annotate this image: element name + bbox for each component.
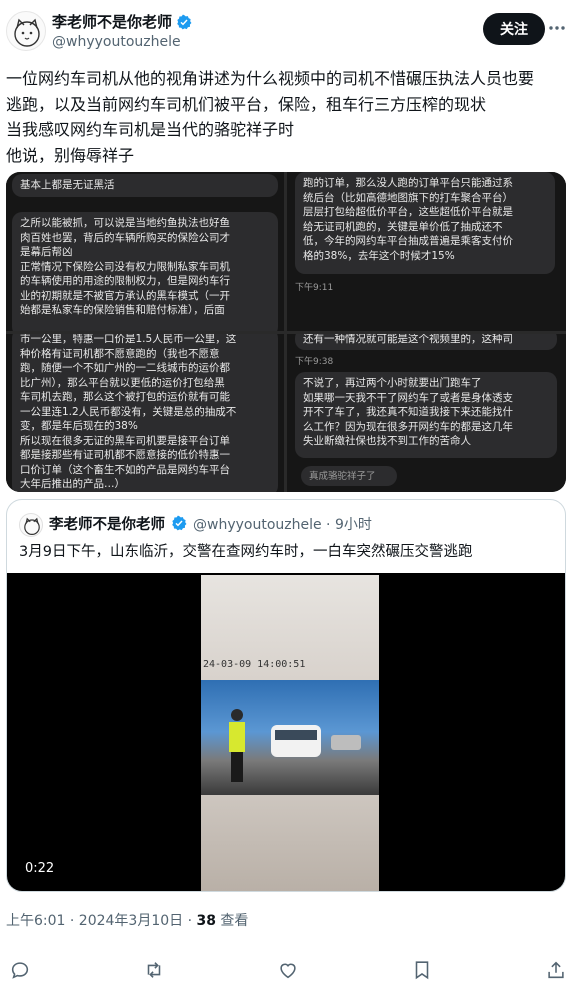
chat-line: 肉百姓也罢，背后的车辆所购买的保险公司才: [20, 231, 230, 244]
chat-line: 一公里连1.2人民币都没有，关键是总的抽成不: [20, 405, 237, 418]
image-top-right[interactable]: 跑的订单，那么没人跑的订单平台只能通过系 统后台（比如高德地图旗下的打车聚合平台…: [287, 172, 566, 331]
quote-text: 3月9日下午，山东临沂，交警在查网约车时，一白车突然碾压交警逃跑: [19, 544, 473, 560]
tweet-timestamp[interactable]: 上午6:01 · 2024年3月10日 ·: [6, 913, 197, 929]
message-time: 下午9:38: [295, 357, 334, 367]
chat-bubble: 还有一种情况就可能是这个视频里的，这种司: [295, 334, 557, 350]
chat-line: 市一公里，特惠一口价是1.5人民币一公里，这: [20, 334, 237, 345]
author-handle[interactable]: @whyyoutouzhele: [52, 34, 181, 50]
chat-line: 如果哪一天我不干了网约车了或者是身体透支: [303, 391, 513, 404]
video-duration: 0:22: [25, 861, 55, 876]
share-icon[interactable]: [545, 959, 566, 981]
chat-line: 始都是私家车的保险销售和赔付标准），后面: [20, 304, 225, 316]
video-dashcam-timestamp: 24-03-09 14:00:51: [203, 659, 306, 670]
chat-bubble: 不说了，再过两个小时就要出门跑车了 如果哪一天我不干了网约车了或者是身体透支 开…: [295, 372, 557, 458]
like-icon[interactable]: [277, 959, 299, 981]
chat-line: 格的38%，去年这个时候才15%: [303, 249, 455, 262]
chat-line: 大年后推出的产品…）: [20, 478, 125, 490]
chat-bubble: 跑的订单，那么没人跑的订单平台只能通过系 统后台（比如高德地图旗下的打车聚合平台…: [295, 172, 555, 274]
chat-line: 不说了，再过两个小时就要出门跑车了: [303, 377, 482, 389]
views-count: 38: [196, 913, 216, 929]
chat-line: 业的初期就是不被官方承认的黑车模式（一开: [20, 289, 230, 302]
author-name[interactable]: 李老师不是你老师: [52, 11, 172, 32]
chat-line: 的车辆使用的用途的限制权力，但是网约车行: [20, 275, 230, 287]
chat-line: 都是接那些有证司机都不愿意接的低价特惠一: [20, 449, 230, 461]
chat-line: 基本上都是无证黑活: [20, 179, 115, 191]
image-grid: 基本上都是无证黑活 之所以能被抓，可以说是当地约鱼执法也好鱼 肉百姓也罢，背后的…: [6, 172, 566, 492]
quote-handle-time: @whyyoutouzhele · 9小时: [193, 517, 372, 533]
chat-line: 口价订单（这个畜生不如的产品是网约车平台: [20, 463, 230, 476]
chat-line: 车司机去跑，那么这个被打包的运价就有可能: [20, 391, 230, 403]
chat-line: 低，今年的网约车平台抽成普遍是乘客支付价: [303, 235, 513, 247]
chat-line: 还有一种情况就可能是这个视频里的，这种司: [303, 334, 513, 345]
chat-line: 开不了车了，我还真不知道我接下来还能找什: [303, 406, 513, 418]
more-icon[interactable]: [549, 20, 565, 36]
chat-line: 跑的订单，那么没人跑的订单平台只能通过系: [303, 177, 513, 189]
chat-line: 种价格有证司机都不愿意跑的（我也不愿意: [20, 347, 220, 360]
avatar[interactable]: [6, 11, 46, 51]
message-time: 下午9:11: [295, 283, 334, 293]
tweet-text: 一位网约车司机从他的视角讲述为什么视频中的司机不惜碾压执法人员也要 逃跑，以及当…: [6, 66, 562, 168]
chat-line: 给无证司机跑的，关键是单价低了抽成还不: [303, 220, 503, 233]
chat-line: 失业断缴社保也找不到工作的苦命人: [303, 435, 471, 447]
image-bottom-left[interactable]: 市一公里，特惠一口价是1.5人民币一公里，这 种价格有证司机都不愿意跑的（我也不…: [6, 334, 284, 492]
quoted-tweet[interactable]: 李老师不是你老师 @whyyoutouzhele · 9小时 3月9日下午，山东…: [6, 499, 566, 892]
chat-line: 所以现在很多无证的黑车司机要是接平台订单: [20, 434, 230, 447]
author-name-row[interactable]: 李老师不是你老师: [52, 11, 192, 32]
retweet-icon[interactable]: [143, 959, 165, 981]
action-bar: [0, 955, 566, 985]
chat-line: 层层打包给超低价平台，这些超低价平台就是: [303, 206, 513, 218]
image-bottom-right[interactable]: 还有一种情况就可能是这个视频里的，这种司 下午9:38 不说了，再过两个小时就要…: [287, 334, 566, 492]
chat-bubble: 之所以能被抓，可以说是当地约鱼执法也好鱼 肉百姓也罢，背后的车辆所购买的保险公司…: [12, 212, 278, 331]
video-frame: 24-03-09 14:00:51: [201, 575, 379, 891]
chat-reply: 真成骆驼祥子了: [301, 466, 397, 486]
chat-line: 变，都是年后现在的38%: [20, 420, 138, 432]
tweet-line: 他说，别侮辱祥子: [6, 145, 135, 165]
reply-icon[interactable]: [9, 959, 31, 981]
chat-line: 跑，随便一个不如广州的一二线城市的运价都: [20, 362, 230, 374]
views-label: 查看: [215, 913, 249, 929]
tweet-line: 当我感叹网约车司机是当代的骆驼祥子时: [6, 120, 295, 139]
video-player[interactable]: 24-03-09 14:00:51 0:22: [7, 573, 565, 891]
chat-line: 么工作？因为现在很多开网约车的都是这几年: [303, 420, 513, 433]
verified-badge-icon: [177, 14, 192, 29]
chat-line: 统后台（比如高德地图旗下的打车聚合平台）: [303, 191, 513, 204]
quote-author-name: 李老师不是你老师: [49, 517, 165, 533]
tweet-meta: 上午6:01 · 2024年3月10日 · 38 查看: [6, 910, 248, 930]
chat-bubble: 基本上都是无证黑活: [12, 174, 278, 197]
chat-line: 比广州），那么平台就以更低的运价打包给黑: [20, 376, 225, 389]
chat-line: 正常情况下保险公司没有权力限制私家车司机: [20, 260, 230, 273]
chat-line: 之所以能被抓，可以说是当地约鱼执法也好鱼: [20, 217, 230, 229]
tweet-line: 一位网约车司机从他的视角讲述为什么视频中的司机不惜碾压执法人员也要: [6, 69, 535, 88]
chat-bubble: 市一公里，特惠一口价是1.5人民币一公里，这 种价格有证司机都不愿意跑的（我也不…: [12, 334, 278, 492]
follow-button[interactable]: 关注: [483, 13, 545, 45]
verified-badge-icon: [172, 515, 187, 531]
avatar-cat-icon: [24, 517, 40, 535]
tweet-header: 李老师不是你老师 @whyyoutouzhele 关注: [0, 0, 566, 62]
image-top-left[interactable]: 基本上都是无证黑活 之所以能被抓，可以说是当地约鱼执法也好鱼 肉百姓也罢，背后的…: [6, 172, 284, 331]
tweet-line: 逃跑，以及当前网约车司机们被平台，保险，租车行三方压榨的现状: [6, 94, 487, 114]
bookmark-icon[interactable]: [411, 959, 433, 981]
video-scene: [201, 680, 379, 795]
chat-line: 是幕后帮凶: [20, 246, 73, 258]
avatar-cat-icon: [14, 18, 40, 47]
quote-avatar: [19, 513, 43, 537]
